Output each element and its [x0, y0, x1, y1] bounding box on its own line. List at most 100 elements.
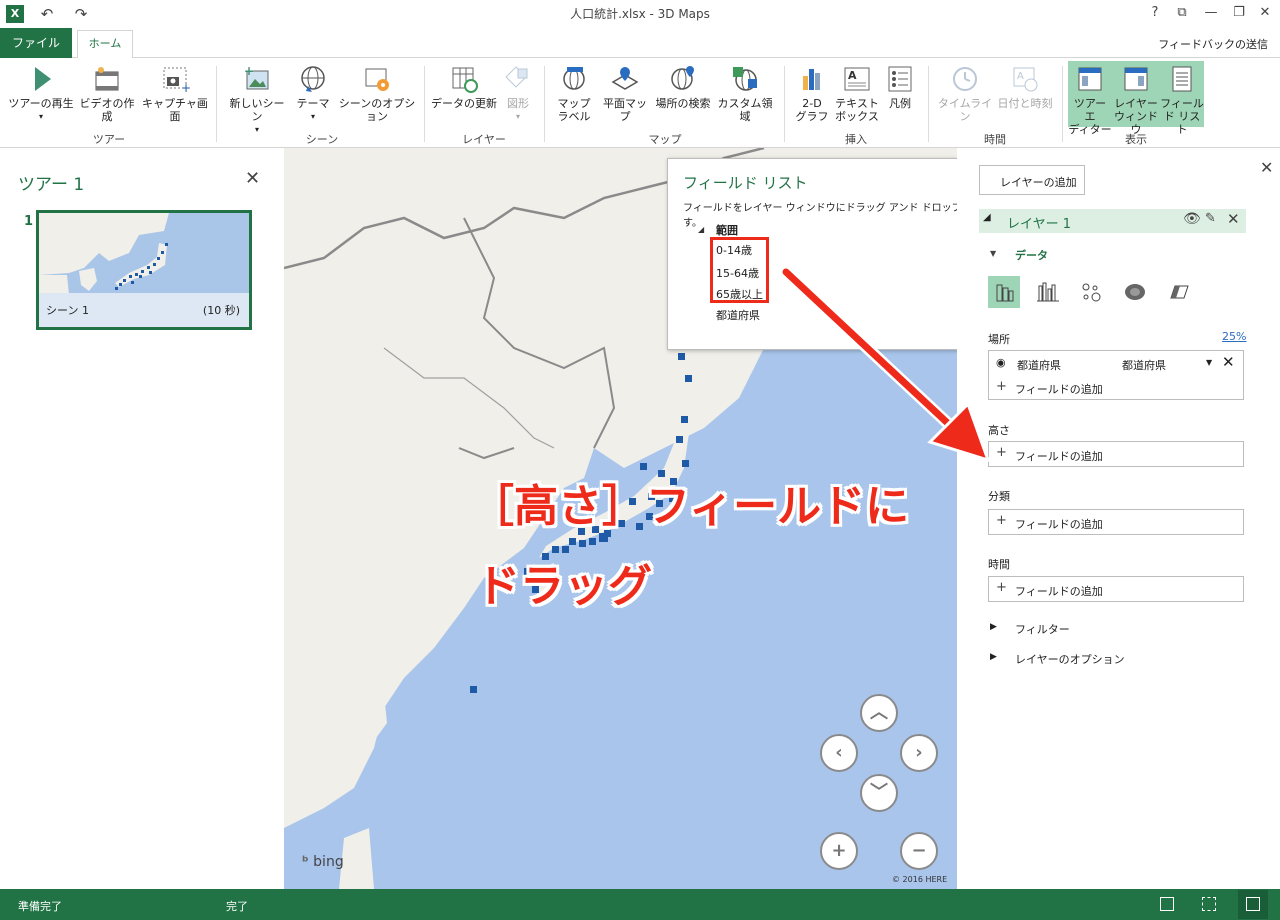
layer-window-icon — [1124, 67, 1148, 91]
add-time-field: フィールドの追加 — [1015, 585, 1103, 598]
location-field: 都道府県 — [1017, 359, 1061, 372]
group-label-insert: 挿入 — [845, 133, 867, 146]
graph-2d-button[interactable]: 2-D グラフ — [794, 64, 830, 123]
field-list-title: フィールド リスト — [683, 174, 808, 192]
close-tour-pane-icon[interactable]: ✕ — [245, 168, 260, 189]
group-separator — [424, 66, 425, 142]
layer-options-section[interactable]: レイヤーのオプション — [1015, 651, 1125, 667]
bar-chart-icon — [803, 69, 820, 90]
add-height-field: フィールドの追加 — [1015, 450, 1103, 463]
legend-button[interactable]: 凡例 — [882, 64, 918, 110]
group-label-map: マップ — [648, 133, 682, 146]
pan-right-button[interactable]: › — [900, 734, 938, 772]
tab-home[interactable]: ホーム — [77, 30, 133, 59]
refresh-data-button[interactable]: データの更新 — [430, 64, 498, 110]
map-labels-button[interactable]: マップ ラベル — [554, 64, 594, 123]
filter-section[interactable]: フィルター — [1015, 621, 1070, 637]
scene-duration: (10 秒) — [202, 304, 240, 317]
collapse-layer-icon[interactable]: ◢ — [983, 212, 991, 223]
help-button[interactable]: ? — [1140, 2, 1170, 24]
fit-view-icon[interactable] — [1202, 897, 1216, 911]
field-item[interactable]: 都道府県 — [716, 307, 760, 323]
refresh-data-icon — [452, 67, 478, 93]
capture-screen-button[interactable]: + キャプチャ画面 — [140, 64, 210, 123]
expand-options-icon[interactable]: ▶ — [990, 652, 997, 662]
fullscreen-icon[interactable] — [1238, 890, 1268, 919]
dropdown-arrow-icon: ▾ — [38, 112, 43, 121]
status-done: 完了 — [226, 900, 248, 913]
heat-map-icon[interactable] — [1119, 276, 1151, 308]
clustered-column-icon[interactable] — [1032, 276, 1064, 308]
date-time-button[interactable]: A 日付と時刻 — [996, 64, 1054, 110]
bing-icon: ᵇ — [302, 854, 309, 870]
category-field-box[interactable]: + フィールドの追加 — [988, 509, 1244, 535]
height-field-box[interactable]: + フィールドの追加 — [988, 441, 1244, 467]
send-feedback-link[interactable]: フィードバックの送信 — [1158, 36, 1268, 52]
camera-icon: + — [163, 67, 190, 94]
play-tour-button[interactable]: ツアーの再生 ▾ — [8, 64, 74, 123]
zoom-out-button[interactable]: − — [900, 832, 938, 870]
region-icon[interactable] — [1163, 276, 1195, 308]
restore-ribbon-icon[interactable]: ⧉ — [1167, 2, 1197, 24]
layer-header[interactable]: ◢ レイヤー 1 👁 ✎ ✕ — [979, 209, 1246, 233]
field-list-button[interactable]: フィール ド リスト — [1160, 64, 1204, 136]
eye-icon[interactable]: 👁 — [1183, 211, 1201, 227]
plus-icon: + — [996, 580, 1007, 595]
layer-window-button[interactable]: レイヤー ウィンドウ — [1113, 64, 1159, 136]
pan-left-button[interactable]: ‹ — [820, 734, 858, 772]
time-field-box[interactable]: + フィールドの追加 — [988, 576, 1244, 602]
pan-up-button[interactable]: ︿ — [860, 694, 898, 732]
globe-theme-icon — [301, 66, 325, 92]
collapse-triangle-icon[interactable]: ◢ — [698, 225, 704, 234]
scene-options-icon — [365, 68, 389, 91]
expand-filter-icon[interactable]: ▶ — [990, 622, 997, 632]
shapes-button[interactable]: 図形 ▾ — [500, 64, 536, 123]
legend-icon — [888, 66, 912, 92]
add-layer-button[interactable]: レイヤーの追加 — [979, 165, 1085, 195]
scene-thumbnail[interactable]: シーン 1 (10 秒) — [36, 210, 252, 330]
field-list-label-1: フィール — [1160, 97, 1204, 110]
time-label: 時間 — [988, 558, 1010, 571]
pan-down-button[interactable]: ﹀ — [860, 774, 898, 812]
pencil-icon[interactable]: ✎ — [1205, 211, 1216, 226]
play-tour-label: ツアーの再生 — [8, 97, 74, 110]
screenshot-icon[interactable] — [1160, 897, 1174, 911]
close-layer-pane-icon[interactable]: ✕ — [1260, 158, 1273, 177]
expand-data-icon[interactable]: ▼ — [990, 249, 996, 258]
bubble-icon[interactable] — [1075, 276, 1107, 308]
scene-number: 1 — [24, 214, 34, 229]
svg-text:A: A — [1017, 71, 1024, 82]
flat-map-button[interactable]: 平面マップ — [598, 64, 652, 123]
close-window-button[interactable]: ✕ — [1250, 2, 1280, 24]
highlight-box — [710, 237, 769, 303]
find-location-button[interactable]: 場所の検索 — [654, 64, 712, 110]
custom-regions-button[interactable]: カスタム領域 — [714, 64, 776, 123]
add-layer-label: レイヤーの追加 — [1000, 176, 1077, 189]
dropdown-arrow-icon[interactable]: ▼ — [1206, 358, 1212, 367]
map-labels-label-2: ラベル — [557, 110, 591, 123]
location-radio[interactable]: ◉ — [996, 356, 1006, 369]
create-video-button[interactable]: ビデオの作成 — [76, 64, 138, 123]
window-title: 人口統計.xlsx - 3D Maps — [570, 7, 710, 21]
remove-field-icon[interactable]: ✕ — [1222, 353, 1235, 371]
delete-layer-icon[interactable]: ✕ — [1227, 210, 1240, 228]
map-labels-label-1: マップ — [557, 97, 591, 110]
tour-editor-button[interactable]: ツアー エ ディター — [1068, 64, 1112, 136]
scene-options-button[interactable]: シーンのオプション — [336, 64, 418, 123]
stacked-column-icon[interactable] — [988, 276, 1020, 308]
shapes-icon — [505, 66, 528, 88]
tab-file[interactable]: ファイル — [0, 28, 72, 58]
group-separator — [784, 66, 785, 142]
bing-brand: bing — [313, 854, 344, 870]
new-scene-button[interactable]: + 新しいシーン ▾ — [226, 64, 288, 136]
add-location-field[interactable]: フィールドの追加 — [1015, 381, 1103, 397]
timeline-button[interactable]: タイムライン — [936, 64, 994, 123]
theme-button[interactable]: テーマ ▾ — [292, 64, 334, 123]
minimize-button[interactable]: — — [1196, 2, 1226, 24]
text-box-button[interactable]: A テキスト ボックス — [834, 64, 880, 123]
field-table-name: 範囲 — [716, 224, 738, 237]
zoom-in-button[interactable]: + — [820, 832, 858, 870]
location-percent-link[interactable]: 25% — [1222, 330, 1246, 343]
map-copyright: © 2016 HERE — [892, 875, 948, 884]
location-type-select[interactable]: 都道府県 — [1122, 357, 1166, 373]
